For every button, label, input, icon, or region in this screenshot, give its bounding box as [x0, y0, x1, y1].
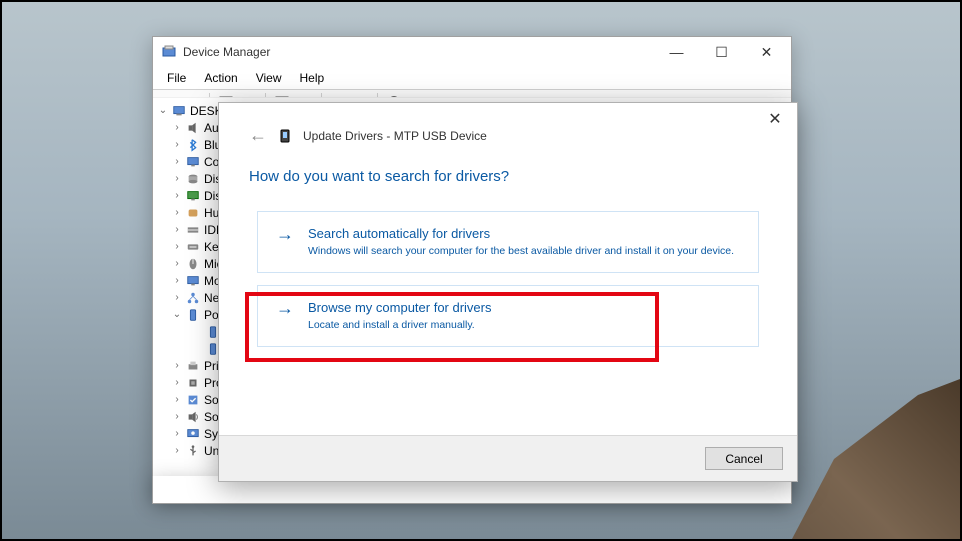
chevron-icon[interactable]: ›: [171, 445, 183, 456]
minimize-button[interactable]: —: [654, 38, 699, 67]
keyboard-icon: [185, 239, 201, 255]
monitor-icon: [185, 154, 201, 170]
dialog-close-button[interactable]: ✕: [755, 105, 795, 133]
titlebar[interactable]: Device Manager — ☐ ✕: [153, 37, 791, 67]
chevron-down-icon[interactable]: ⌄: [157, 105, 169, 116]
menu-action[interactable]: Action: [196, 69, 245, 87]
chevron-icon[interactable]: ›: [171, 411, 183, 422]
print-icon: [185, 358, 201, 374]
software-icon: [185, 392, 201, 408]
chevron-icon[interactable]: ›: [171, 258, 183, 269]
chevron-icon[interactable]: ›: [171, 173, 183, 184]
display-icon: [185, 188, 201, 204]
dialog-heading: How do you want to search for drivers?: [219, 154, 797, 199]
hid-icon: [185, 205, 201, 221]
menu-file[interactable]: File: [159, 69, 194, 87]
chevron-icon[interactable]: ›: [171, 241, 183, 252]
menu-view[interactable]: View: [248, 69, 290, 87]
dialog-header: ← Update Drivers - MTP USB Device: [219, 103, 797, 154]
menu-help[interactable]: Help: [292, 69, 333, 87]
ide-icon: [185, 222, 201, 238]
option-title: Browse my computer for drivers: [308, 300, 492, 315]
chevron-icon[interactable]: ›: [171, 275, 183, 286]
processor-icon: [185, 375, 201, 391]
option-description: Locate and install a driver manually.: [308, 318, 492, 332]
speaker-icon: [185, 120, 201, 136]
option-browse-computer[interactable]: → Browse my computer for drivers Locate …: [257, 285, 759, 347]
chevron-icon[interactable]: ›: [171, 428, 183, 439]
mouse-icon: [185, 256, 201, 272]
app-icon: [161, 44, 177, 60]
chevron-icon[interactable]: ›: [171, 122, 183, 133]
network-icon: [185, 290, 201, 306]
window-title: Device Manager: [183, 45, 654, 59]
portable-icon: [185, 307, 201, 323]
arrow-right-icon: →: [276, 300, 294, 332]
menubar: File Action View Help: [153, 67, 791, 89]
computer-icon: [171, 103, 187, 119]
update-drivers-dialog: ✕ ← Update Drivers - MTP USB Device How …: [218, 102, 798, 482]
dialog-title: Update Drivers - MTP USB Device: [303, 129, 487, 143]
monitor-icon: [185, 273, 201, 289]
usb-icon: [185, 443, 201, 459]
system-icon: [185, 426, 201, 442]
maximize-button[interactable]: ☐: [699, 38, 744, 67]
chevron-icon[interactable]: ›: [171, 292, 183, 303]
close-button[interactable]: ✕: [744, 38, 789, 67]
chevron-icon[interactable]: ›: [171, 190, 183, 201]
option-title: Search automatically for drivers: [308, 226, 734, 241]
device-icon: [277, 128, 293, 144]
dialog-back-button[interactable]: ←: [249, 125, 267, 146]
chevron-icon[interactable]: ›: [171, 156, 183, 167]
disk-icon: [185, 171, 201, 187]
option-search-automatically[interactable]: → Search automatically for drivers Windo…: [257, 211, 759, 273]
sound-icon: [185, 409, 201, 425]
chevron-icon[interactable]: ›: [171, 207, 183, 218]
option-description: Windows will search your computer for th…: [308, 244, 734, 258]
cancel-button[interactable]: Cancel: [705, 447, 783, 470]
dialog-footer: Cancel: [219, 435, 797, 481]
bluetooth-icon: [185, 137, 201, 153]
chevron-icon[interactable]: ›: [171, 377, 183, 388]
chevron-icon[interactable]: ›: [171, 360, 183, 371]
chevron-icon[interactable]: ⌄: [171, 309, 183, 320]
chevron-icon[interactable]: ›: [171, 139, 183, 150]
chevron-icon[interactable]: ›: [171, 224, 183, 235]
arrow-right-icon: →: [276, 226, 294, 258]
chevron-icon[interactable]: ›: [171, 394, 183, 405]
